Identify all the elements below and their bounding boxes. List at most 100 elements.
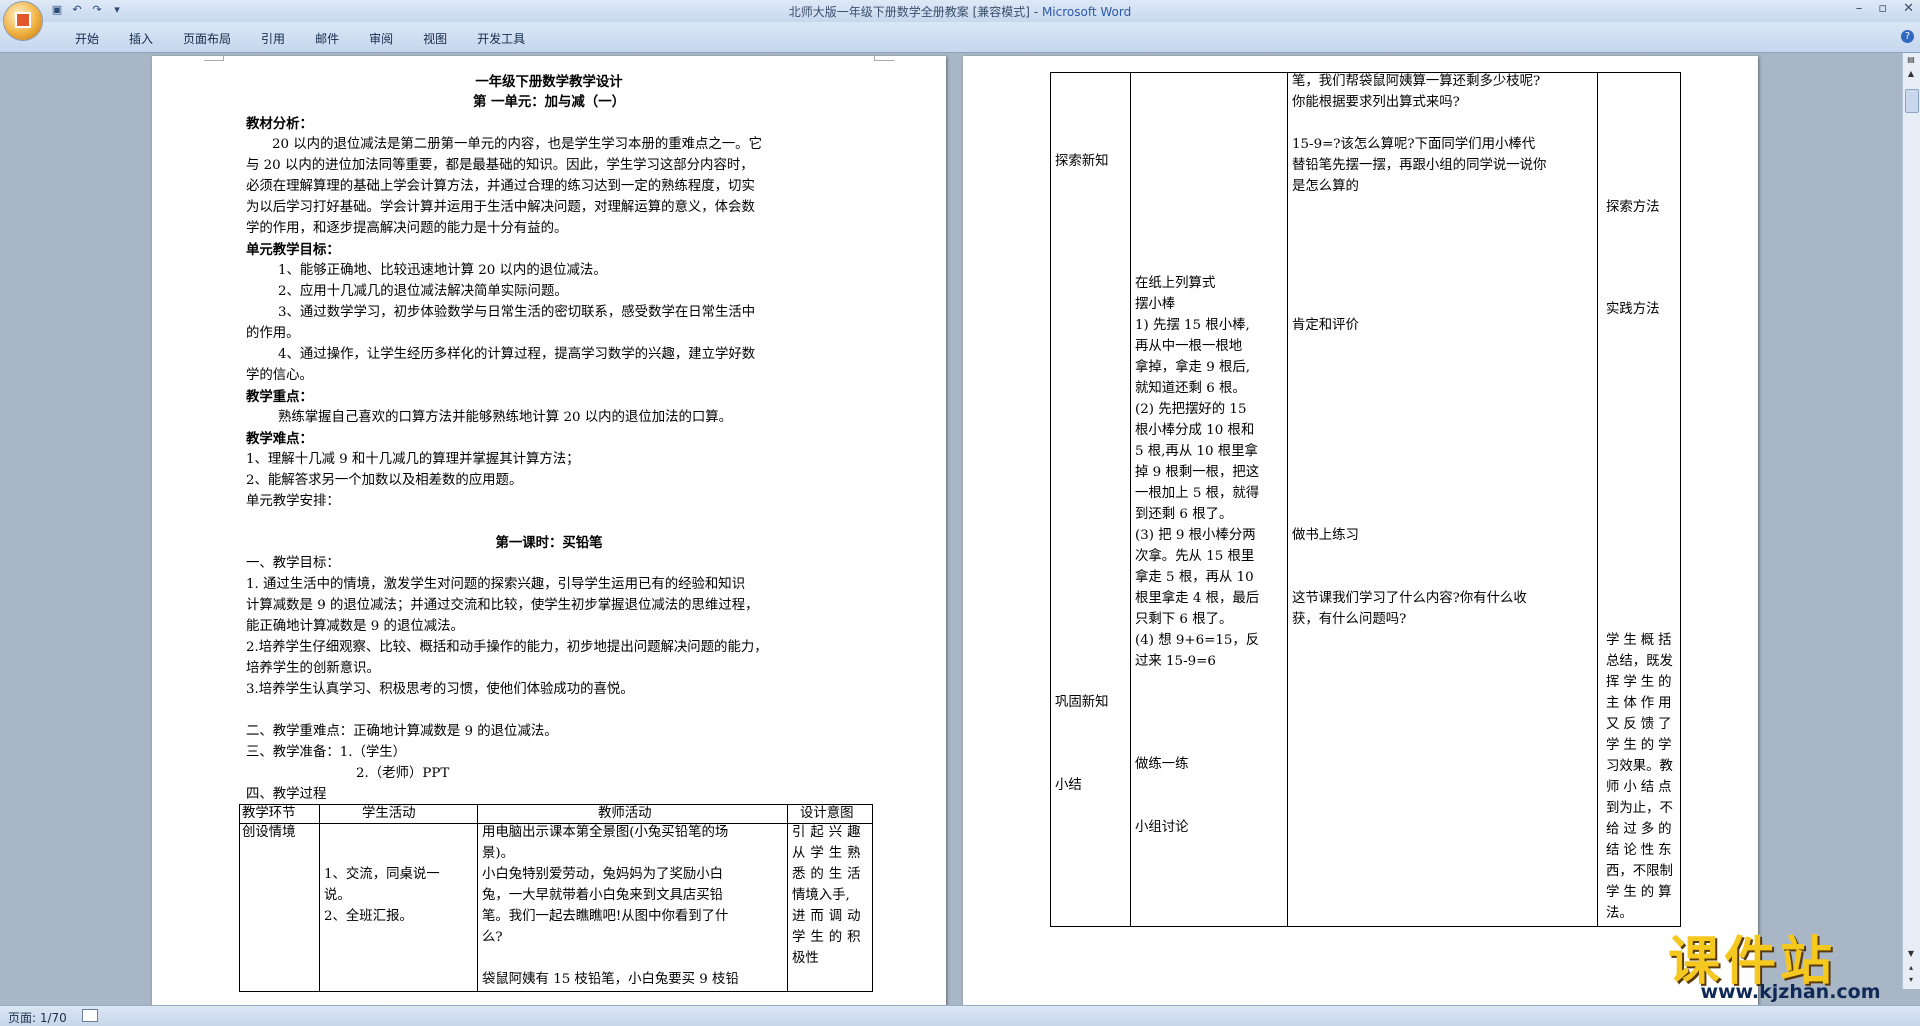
scroll-thumb[interactable]: [1905, 89, 1919, 113]
goal-line: 4、通过操作，让学生经历多样化的计算过程，提高学习数学的兴趣，建立学好数: [278, 347, 756, 362]
key-heading: 教学重点：: [246, 389, 313, 405]
ruler-toggle-icon[interactable]: ▤: [1905, 55, 1917, 65]
table-cell: 小组讨论: [1135, 820, 1189, 835]
table-cell: 兔，一大早就带着小白兔来到文具店买铅: [482, 888, 724, 903]
lesson-goal-line: 2.培养学生仔细观察、比较、概括和动手操作的能力，初步地提出问题解决问题的能力，: [246, 640, 768, 655]
lesson-goal-line: 能正确地计算减数是 9 的退位减法。: [246, 619, 464, 634]
scroll-up-icon[interactable]: ▲: [1905, 69, 1917, 79]
table-cell: 学生的算: [1606, 885, 1676, 900]
table-cell: 拿走 5 根，再从 10: [1135, 570, 1254, 585]
difficulty-heading: 教学难点：: [246, 431, 313, 447]
table-cell: 做书上练习: [1292, 528, 1359, 543]
table-cell: 用电脑出示课本第全景图(小兔买铅笔的场: [482, 825, 729, 840]
table-cell: 小白兔特别爱劳动，兔妈妈为了奖励小白: [482, 867, 724, 882]
office-button[interactable]: [4, 2, 42, 40]
lesson-goal-line: 培养学生的创新意识。: [246, 661, 380, 676]
table-cell: 肯定和评价: [1292, 318, 1359, 333]
analysis-line: 必须在理解算理的基础上学会计算方法，并通过合理的练习达到一定的熟练程度，切实: [246, 179, 755, 194]
table-cell: 又反馈了: [1606, 717, 1676, 732]
lesson-title: 第一课时：买铅笔: [495, 535, 603, 551]
tab-insert[interactable]: 插入: [114, 30, 168, 47]
key-difficulty: 二、教学重难点：正确地计算减数是 9 的退位减法。: [246, 724, 558, 739]
maximize-icon[interactable]: ▫: [1878, 1, 1887, 16]
table-header: 教师活动: [598, 806, 652, 821]
table-cell: 你能根据要求列出算式来吗?: [1292, 95, 1460, 110]
document-title: 一年级下册数学教学设计: [475, 74, 623, 90]
process-heading: 四、教学过程: [246, 787, 327, 802]
table-cell: 探索新知: [1055, 154, 1109, 169]
table-cell: 根小棒分成 10 根和: [1135, 423, 1255, 438]
app-name: Microsoft Word: [1041, 5, 1132, 19]
close-icon[interactable]: ✕: [1903, 1, 1914, 16]
table-header: 设计意图: [800, 806, 854, 821]
table-cell: 笔。我们一起去瞧瞧吧!从图中你看到了什: [482, 909, 729, 924]
table-cell: 5 根,再从 10 根里拿: [1135, 444, 1258, 459]
table-header: 教学环节: [242, 806, 296, 821]
tab-review[interactable]: 审阅: [354, 30, 408, 47]
table-cell: 给过多的: [1606, 822, 1676, 837]
table-cell: 学生的积: [792, 930, 866, 945]
table-cell: 小结: [1055, 778, 1082, 793]
vertical-scrollbar[interactable]: ▤ ▲ ▼ ▴ ▾: [1902, 53, 1920, 989]
table-cell: 只剩下 6 根了。: [1135, 612, 1233, 627]
window-title: 北师大版一年级下册数学全册教案 [兼容模式] - Microsoft Word: [788, 5, 1132, 19]
table-cell: 一根加上 5 根，就得: [1135, 486, 1260, 501]
analysis-line: 与 20 以内的进位加法同等重要，都是最基础的知识。因此，学生学习这部分内容时，: [246, 158, 754, 173]
table-header: 学生活动: [362, 806, 416, 821]
table-cell: 2、全班汇报。: [324, 909, 413, 924]
window-controls: – ▫ ✕: [1856, 1, 1914, 16]
document-page-1[interactable]: 一年级下册数学教学设计 第 一单元：加与减（一） 教材分析： 20 以内的退位减…: [152, 56, 946, 1006]
table-cell: 再从中一根一根地: [1135, 339, 1243, 354]
proofing-icon[interactable]: [82, 1009, 98, 1022]
watermark-url: www.kjzhan.com: [1700, 981, 1881, 1003]
table-cell: 进而调动: [792, 909, 866, 924]
table-cell: 是怎么算的: [1292, 179, 1359, 194]
table-cell: 到为止，不: [1606, 801, 1673, 816]
table-cell: 拿掉，拿走 9 根后,: [1135, 360, 1251, 375]
tab-references[interactable]: 引用: [246, 30, 300, 47]
page-indicator[interactable]: 页面: 1/70: [8, 1009, 67, 1026]
table-cell: 替铅笔先摆一摆，再跟小组的同学说一说你: [1292, 158, 1547, 173]
watermark-logo: 课件站 www.kjzhan.com: [1668, 925, 1913, 1005]
table-cell: 法。: [1606, 906, 1633, 921]
table-cell: 袋鼠阿姨有 15 枝铅笔，小白兔要买 9 枝铅: [482, 972, 739, 987]
table-cell: 次拿。先从 15 根里: [1135, 549, 1255, 564]
goal-line: 2、应用十几减几的退位减法解决简单实际问题。: [278, 284, 568, 299]
tab-home[interactable]: 开始: [60, 30, 114, 47]
table-cell: (4) 想 9+6=15，反: [1135, 633, 1260, 648]
table-cell: 摆小棒: [1135, 297, 1176, 312]
goal-line: 3、通过数学学习，初步体验数学与日常生活的密切联系，感受数学在日常生活中: [278, 305, 756, 320]
table-cell: 说。: [324, 888, 351, 903]
office-logo-icon: [15, 12, 31, 28]
corner-mark: [223, 56, 224, 60]
ribbon-tabs: 开始 插入 页面布局 引用 邮件 审阅 视图 开发工具 ?: [0, 22, 1920, 53]
analysis-line: 20 以内的退位减法是第二册第一单元的内容，也是学生学习本册的重难点之一。它: [272, 137, 762, 152]
table-cell: 主体作用: [1606, 696, 1676, 711]
table-cell: 景)。: [482, 846, 515, 861]
tab-mailings[interactable]: 邮件: [300, 30, 354, 47]
table-cell: 挥学生的: [1606, 675, 1676, 690]
help-icon[interactable]: ?: [1901, 30, 1914, 43]
table-cell: 习效果。教: [1606, 759, 1673, 774]
goal-line: 学的信心。: [246, 368, 313, 383]
corner-mark: [204, 56, 224, 61]
table-cell: 结论性东: [1606, 843, 1676, 858]
table-cell: 总结，既发: [1606, 654, 1673, 669]
difficulty-line: 1、理解十几减 9 和十几减几的算理并掌握其计算方法；: [246, 452, 580, 467]
goal-line: 1、能够正确地、比较迅速地计算 20 以内的退位减法。: [278, 263, 607, 278]
table-cell: 笔，我们帮袋鼠阿姨算一算还剩多少枝呢?: [1292, 74, 1541, 89]
table-cell: 巩固新知: [1055, 695, 1109, 710]
tab-page-layout[interactable]: 页面布局: [168, 30, 246, 47]
analysis-heading: 教材分析：: [246, 116, 313, 132]
tab-developer[interactable]: 开发工具: [462, 30, 540, 47]
table-cell: 根里拿走 4 根，最后: [1135, 591, 1260, 606]
goal-line: 的作用。: [246, 326, 300, 341]
table-cell: 探索方法: [1606, 200, 1660, 215]
tab-view[interactable]: 视图: [408, 30, 462, 47]
table-cell: 就知道还剩 6 根。: [1135, 381, 1246, 396]
table-cell: 实践方法: [1606, 302, 1660, 317]
table-cell: 悉的生活: [792, 867, 866, 882]
minimize-icon[interactable]: –: [1856, 1, 1863, 16]
document-page-2[interactable]: 探索新知 巩固新知 小结 在纸上列算式 摆小棒 1) 先摆 15 根小棒, 再从…: [963, 56, 1758, 1006]
table-cell: 做练一练: [1135, 757, 1189, 772]
